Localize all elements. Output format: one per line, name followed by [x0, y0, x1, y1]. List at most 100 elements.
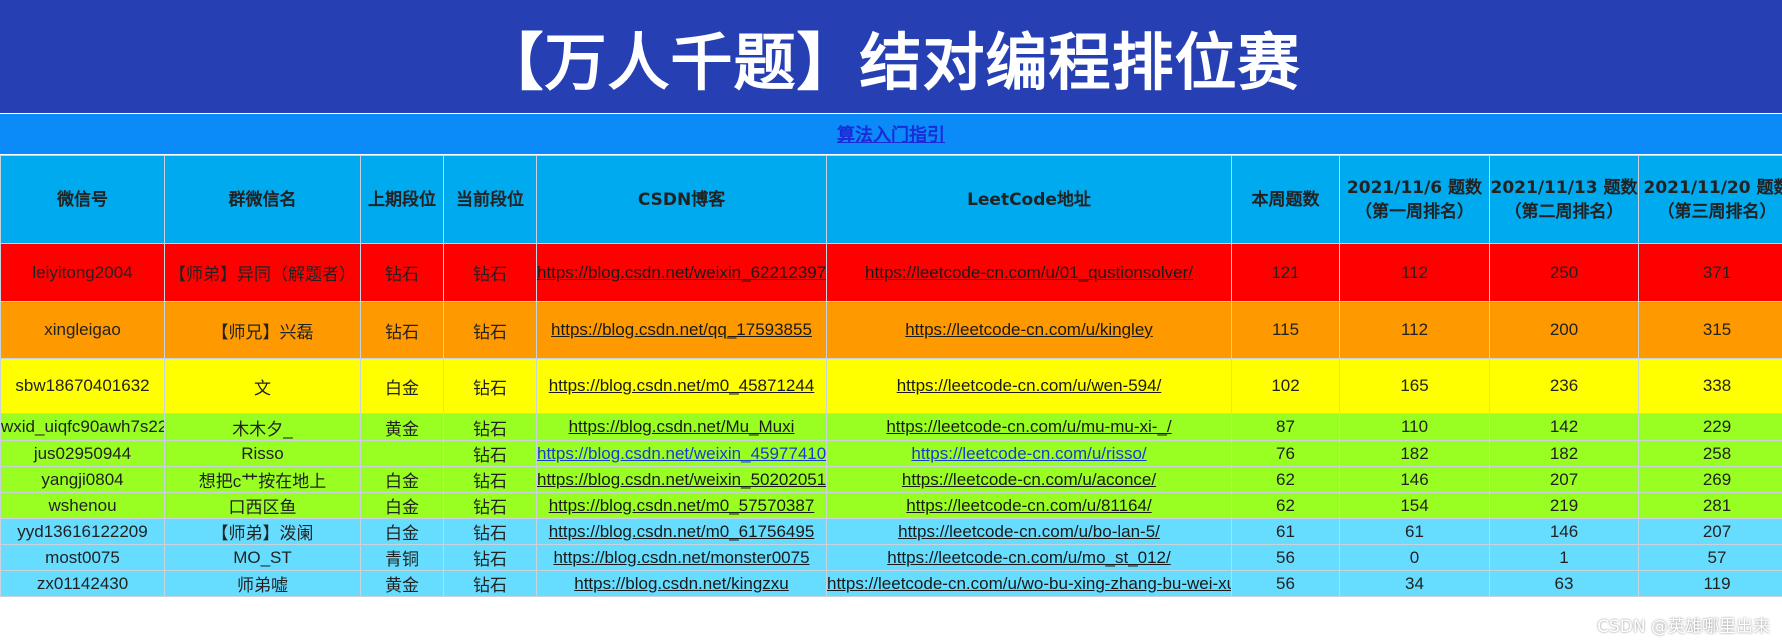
current-rank-cell: 钻石	[443, 492, 537, 519]
leetcode-cell: https://leetcode-cn.com/u/mo_st_012/	[826, 544, 1232, 571]
prev-rank-cell: 白金	[360, 466, 444, 493]
leetcode-cell: https://leetcode-cn.com/u/risso/	[826, 440, 1232, 467]
csdn-blog-link[interactable]: https://blog.csdn.net/Mu_Muxi	[569, 417, 795, 436]
week3-count-cell: 315	[1638, 301, 1782, 359]
week1-count-cell: 182	[1339, 440, 1490, 467]
col-group-nick-header: 群微信名	[164, 155, 361, 244]
table-row: xingleigao 【师兄】兴磊 钻石 钻石 https://blog.csdn.ne…	[0, 301, 1782, 359]
wechat-id-cell: jus02950944	[0, 440, 165, 467]
group-nick-cell: MO_ST	[164, 544, 361, 571]
group-nick-cell: 【师弟】泼阑	[164, 518, 361, 545]
week1-count-cell: 112	[1339, 301, 1490, 359]
header-row: 微信号 群微信名 上期段位 当前段位 CSDN博客 LeetCode地址 本周题数 2021/…	[0, 155, 1782, 244]
leetcode-link[interactable]: https://leetcode-cn.com/u/01_qustionsolv…	[865, 263, 1193, 282]
week1-count-cell: 146	[1339, 466, 1490, 493]
wechat-id-cell: wshenou	[0, 492, 165, 519]
csdn-blog-cell: https://blog.csdn.net/m0_45871244	[536, 358, 827, 414]
col-prev-rank-header: 上期段位	[360, 155, 444, 244]
guide-link-bar: 算法入门指引	[0, 114, 1782, 154]
csdn-blog-link[interactable]: https://blog.csdn.net/kingzxu	[574, 574, 789, 593]
csdn-blog-cell: https://blog.csdn.net/m0_57570387	[536, 492, 827, 519]
current-rank-cell: 钻石	[443, 413, 537, 441]
week1-count-cell: 61	[1339, 518, 1490, 545]
prev-rank-cell: 黄金	[360, 413, 444, 441]
csdn-blog-link[interactable]: https://blog.csdn.net/qq_17593855	[551, 320, 812, 339]
leetcode-link[interactable]: https://leetcode-cn.com/u/mu-mu-xi-_/	[886, 417, 1171, 436]
title-banner: 【万人千题】结对编程排位赛	[0, 0, 1782, 113]
watermark: CSDN @英雄哪里出来	[1597, 617, 1770, 637]
week-count-cell: 102	[1231, 358, 1340, 414]
table-row: jus02950944 Risso 钻石 https://blog.csdn.net/…	[0, 440, 1782, 467]
current-rank-cell: 钻石	[443, 544, 537, 571]
week2-count-cell: 219	[1489, 492, 1639, 519]
leetcode-cell: https://leetcode-cn.com/u/kingley	[826, 301, 1232, 359]
col-week2-header: 2021/11/13 题数 （第二周排名）	[1489, 155, 1639, 244]
group-nick-cell: 想把c艹按在地上	[164, 466, 361, 493]
csdn-blog-link[interactable]: https://blog.csdn.net/m0_45871244	[549, 376, 815, 395]
group-nick-cell: 木木夕_	[164, 413, 361, 441]
table-row: most0075 MO_ST 青铜 钻石 https://blog.csdn.net/m…	[0, 544, 1782, 571]
group-nick-cell: 师弟嘘	[164, 570, 361, 597]
week3-count-cell: 371	[1638, 243, 1782, 302]
week-count-cell: 56	[1231, 544, 1340, 571]
prev-rank-cell: 白金	[360, 358, 444, 414]
leetcode-link[interactable]: https://leetcode-cn.com/u/kingley	[905, 320, 1153, 339]
week-count-cell: 61	[1231, 518, 1340, 545]
leetcode-link[interactable]: https://leetcode-cn.com/u/81164/	[906, 496, 1151, 515]
prev-rank-cell: 钻石	[360, 301, 444, 359]
leetcode-link[interactable]: https://leetcode-cn.com/u/risso/	[911, 444, 1146, 463]
current-rank-cell: 钻石	[443, 570, 537, 597]
week1-count-cell: 112	[1339, 243, 1490, 302]
week3-count-cell: 57	[1638, 544, 1782, 571]
csdn-blog-link[interactable]: https://blog.csdn.net/m0_61756495	[549, 522, 815, 541]
csdn-blog-link[interactable]: https://blog.csdn.net/weixin_50202051	[538, 470, 826, 489]
col-current-rank-header: 当前段位	[443, 155, 537, 244]
csdn-blog-link[interactable]: https://blog.csdn.net/m0_57570387	[549, 496, 815, 515]
wechat-id-cell: yyd13616122209	[0, 518, 165, 545]
prev-rank-cell: 白金	[360, 492, 444, 519]
col-leetcode-url-header: LeetCode地址	[826, 155, 1232, 244]
leetcode-link[interactable]: https://leetcode-cn.com/u/mo_st_012/	[887, 548, 1171, 567]
table-row: yangji0804 想把c艹按在地上 白金 钻石 https://blog.csdn.…	[0, 466, 1782, 493]
leetcode-link[interactable]: https://leetcode-cn.com/u/wo-bu-xing-zha…	[828, 574, 1231, 593]
week3-count-cell: 229	[1638, 413, 1782, 441]
csdn-blog-cell: https://blog.csdn.net/m0_61756495	[536, 518, 827, 545]
prev-rank-cell: 钻石	[360, 243, 444, 302]
csdn-blog-cell: https://blog.csdn.net/Mu_Muxi	[536, 413, 827, 441]
ranking-table: 微信号 群微信名 上期段位 当前段位 CSDN博客 LeetCode地址 本周题数 2021/…	[0, 155, 1782, 597]
col-wechat-id-header: 微信号	[0, 155, 165, 244]
week3-count-cell: 281	[1638, 492, 1782, 519]
week1-count-cell: 165	[1339, 358, 1490, 414]
csdn-blog-link[interactable]: https://blog.csdn.net/weixin_45977410	[538, 444, 826, 463]
group-nick-cell: 文	[164, 358, 361, 414]
csdn-blog-link[interactable]: https://blog.csdn.net/monster0075	[553, 548, 809, 567]
week-count-cell: 121	[1231, 243, 1340, 302]
wechat-id-cell: sbw18670401632	[0, 358, 165, 414]
week2-count-cell: 63	[1489, 570, 1639, 597]
leetcode-cell: https://leetcode-cn.com/u/bo-lan-5/	[826, 518, 1232, 545]
col-week3-header: 2021/11/20 题数 （第三周排名）	[1638, 155, 1782, 244]
page-title: 【万人千题】结对编程排位赛	[481, 25, 1301, 99]
week2-count-cell: 236	[1489, 358, 1639, 414]
week2-count-cell: 250	[1489, 243, 1639, 302]
table-row: yyd13616122209 【师弟】泼阑 白金 钻石 https://blog.csd…	[0, 518, 1782, 545]
leetcode-cell: https://leetcode-cn.com/u/01_qustionsolv…	[826, 243, 1232, 302]
leetcode-link[interactable]: https://leetcode-cn.com/u/bo-lan-5/	[898, 522, 1160, 541]
group-nick-cell: 【师兄】兴磊	[164, 301, 361, 359]
leetcode-cell: https://leetcode-cn.com/u/aconce/	[826, 466, 1232, 493]
table-row: wshenou 口西区鱼 白金 钻石 https://blog.csdn.net/m0_…	[0, 492, 1782, 519]
wechat-id-cell: xingleigao	[0, 301, 165, 359]
leetcode-link[interactable]: https://leetcode-cn.com/u/wen-594/	[897, 376, 1162, 395]
week3-count-cell: 119	[1638, 570, 1782, 597]
csdn-blog-link[interactable]: https://blog.csdn.net/weixin_62212397	[538, 263, 826, 282]
algorithm-guide-link[interactable]: 算法入门指引	[837, 121, 945, 147]
week1-count-cell: 34	[1339, 570, 1490, 597]
current-rank-cell: 钻石	[443, 440, 537, 467]
current-rank-cell: 钻石	[443, 466, 537, 493]
table-row: sbw18670401632 文白金 钻石 https://blog.csdn.net…	[0, 358, 1782, 414]
current-rank-cell: 钻石	[443, 518, 537, 545]
week-count-cell: 56	[1231, 570, 1340, 597]
wechat-id-cell: leiyitong2004	[0, 243, 165, 302]
leetcode-link[interactable]: https://leetcode-cn.com/u/aconce/	[902, 470, 1156, 489]
wechat-id-cell: yangji0804	[0, 466, 165, 493]
